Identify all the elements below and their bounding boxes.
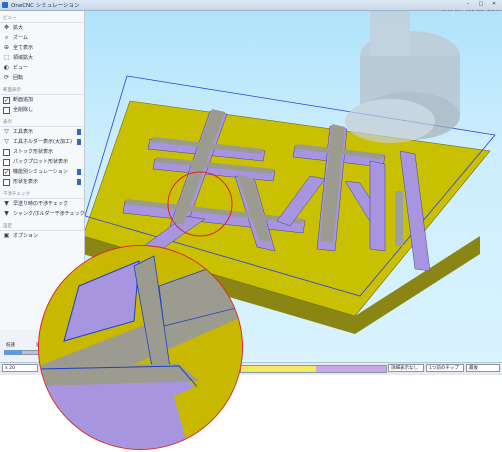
backplot-display-label: パックプロット形状表示 [13,159,69,165]
window-title: OneCNC シミュレーション [11,3,80,9]
delete-all-label: 全削除し [13,107,34,113]
section-heading-interference: 干渉チェック [0,189,84,199]
zoom-label: ズーム [13,35,28,41]
step-dropdown[interactable]: 1つ前のチップ [426,364,464,372]
rapid-interference-button[interactable]: ▼ 早送り時の干渉チェック [0,199,84,209]
fit-all-label: 全て表示 [13,45,34,51]
shape-display-checkbox[interactable]: 形状を表示 [0,177,84,187]
title-bar: OneCNC シミュレーション – □ ✕ [0,0,502,11]
fit-all-button[interactable]: ⊕ 全て表示 [0,43,84,53]
view-button[interactable]: ◐ ビュー [0,63,84,73]
magnified-scene [39,246,242,449]
section-heading-view: ビュー [0,13,84,23]
zoom-icon: ⌕ [4,34,9,41]
section-heading-settings: 設定 [0,221,84,231]
rotate-icon: ⟳ [3,74,10,81]
tool-icon: ▽ [4,128,9,135]
zoom-select[interactable]: x 20 [2,364,38,372]
pan-icon: ✥ [3,24,10,31]
zoom-window-button[interactable]: ⬚ 領域拡大 [0,53,84,63]
display-mode-dropdown[interactable]: 詳細表示なし [388,364,424,372]
simulation-progress[interactable] [240,365,387,373]
pan-label: 拡大 [13,25,24,31]
maximize-button[interactable]: □ [475,1,487,8]
shank-icon: ▼ [4,210,9,217]
speed-slow-label: 低速 [6,343,15,348]
holder-display-label: 工具ホルダー表示(大加工) [13,139,72,145]
zoom-window-label: 領域拡大 [13,55,34,61]
section-heading-section: 断面表示 [0,85,84,95]
zoom-window-icon: ⬚ [3,54,10,61]
holder-icon: ▽ [4,138,9,145]
holder-display-button[interactable]: ▽ 工具ホルダー表示(大加工) [0,137,84,147]
delete-all-checkbox[interactable]: 全削除し [0,105,84,115]
minimize-button[interactable]: – [462,1,474,8]
fit-all-icon: ⊕ [3,44,10,51]
checkbox[interactable]: ✓ [3,97,10,104]
function-sim-label: 機能別シミュレーション [13,169,68,175]
rapid-interference-label: 早送り時の干渉チェック [13,201,69,207]
backplot-display-checkbox[interactable]: パックプロット形状表示 [0,157,84,167]
color-swatch[interactable] [77,169,81,175]
section-heading-display: 表示 [0,117,84,127]
tool-holder [345,11,460,143]
interference-icon: ▼ [4,200,9,207]
shank-interference-button[interactable]: ▼ シャンク/ホルダー干渉チェック [0,209,85,219]
checkbox[interactable]: ✓ [3,169,10,176]
options-icon: ▣ [3,232,10,239]
position-dropdown[interactable]: 最後 [466,364,500,372]
app-icon [2,2,8,8]
color-swatch[interactable] [77,129,81,135]
rotate-label: 回転 [13,75,24,81]
function-sim-checkbox[interactable]: ✓ 機能別シミュレーション [0,167,84,177]
color-swatch[interactable] [77,179,81,185]
stock-display-label: ストック形状表示 [13,149,54,155]
close-button[interactable]: ✕ [488,1,500,8]
shank-interference-label: シャンク/ホルダー干渉チェック [13,211,85,217]
progress-remaining [316,366,386,372]
tool-display-label: 工具表示 [13,129,34,135]
options-button[interactable]: ▣ オプション [0,231,84,241]
cutting-tool [395,191,403,246]
tool-display-button[interactable]: ▽ 工具表示 [0,127,84,137]
view-icon: ◐ [3,64,10,71]
add-section-checkbox[interactable]: ✓ 断面追加 [0,95,84,105]
color-swatch[interactable] [77,139,81,145]
options-label: オプション [13,233,39,239]
stock-display-checkbox[interactable]: ストック形状表示 [0,147,84,157]
add-section-label: 断面追加 [13,97,34,103]
zoom-button[interactable]: ⌕ ズーム [0,33,84,43]
magnified-inset [38,245,243,450]
pan-button[interactable]: ✥ 拡大 [0,23,84,33]
shape-display-label: 形状を表示 [13,179,39,185]
checkbox[interactable] [3,159,10,166]
rotate-button[interactable]: ⟳ 回転 [0,73,84,83]
checkbox[interactable] [3,107,10,114]
checkbox[interactable] [3,149,10,156]
progress-done [241,366,317,372]
view-label: ビュー [13,65,29,71]
speed-slider-thumb[interactable] [4,350,22,355]
checkbox[interactable] [3,179,10,186]
